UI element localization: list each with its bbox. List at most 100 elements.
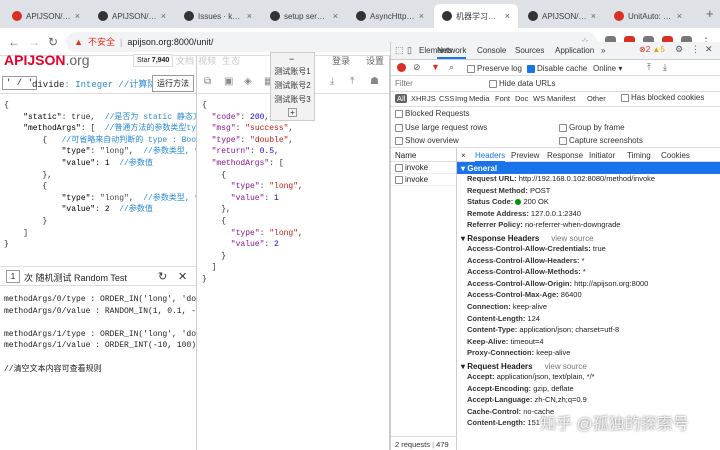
- new-tab-button[interactable]: +: [706, 6, 714, 21]
- device-icon[interactable]: ▯: [407, 45, 412, 56]
- forward-icon[interactable]: →: [28, 35, 40, 49]
- account-item[interactable]: 测试账号2: [273, 79, 312, 93]
- response-header-row: Access-Control-Allow-Credentials: true: [467, 243, 606, 253]
- tab-timing[interactable]: Timing: [627, 151, 651, 160]
- blocked-requests-checkbox[interactable]: Blocked Requests: [395, 109, 469, 118]
- tab-console[interactable]: Console: [477, 46, 506, 55]
- import-icon[interactable]: ⤒: [647, 62, 651, 73]
- close-tab-icon[interactable]: ×: [419, 11, 424, 21]
- error-count-badge[interactable]: ⊗2 ▲5: [639, 45, 665, 54]
- refresh-icon[interactable]: ↻: [158, 270, 167, 283]
- tab-initiator[interactable]: Initiator: [589, 151, 615, 160]
- filter-type-all[interactable]: All: [395, 94, 408, 103]
- filter-type-css[interactable]: CSS: [439, 94, 454, 103]
- close-tab-icon[interactable]: ×: [591, 11, 596, 21]
- layers-icon[interactable]: ◈: [244, 76, 252, 87]
- close-tab-icon[interactable]: ×: [677, 11, 682, 21]
- collapse-icon[interactable]: −: [289, 54, 294, 64]
- insecure-label: 不安全: [87, 37, 115, 47]
- preserve-log-checkbox[interactable]: Preserve log: [467, 64, 522, 73]
- close-detail-icon[interactable]: ×: [461, 151, 466, 160]
- filter-type-img[interactable]: Img: [455, 94, 468, 103]
- copy-icon[interactable]: ⧉: [204, 76, 211, 87]
- disable-cache-checkbox[interactable]: Disable cache: [527, 64, 587, 73]
- request-headers-section[interactable]: ▾ Request Headers view source: [457, 360, 720, 372]
- save-icon[interactable]: ▣: [224, 76, 233, 87]
- search-icon[interactable]: ⌕: [449, 62, 454, 73]
- throttle-select[interactable]: Online ▾: [593, 64, 622, 73]
- tab-response[interactable]: Response: [547, 151, 583, 160]
- filter-type-other[interactable]: Other: [587, 94, 606, 103]
- back-icon[interactable]: ←: [8, 35, 20, 49]
- browser-tab[interactable]: 机器学习自动化单测 ×: [434, 4, 518, 28]
- gear-icon[interactable]: ⚙: [675, 44, 683, 55]
- request-row[interactable]: invoke: [391, 174, 456, 186]
- request-header-row: Accept-Language: zh-CN,zh;q=0.9: [467, 395, 587, 405]
- hide-data-urls-checkbox[interactable]: Hide data URLs: [489, 79, 555, 88]
- general-header-row: Request Method: POST: [467, 185, 551, 195]
- tab-network[interactable]: Network: [437, 46, 467, 59]
- random-config-line: [4, 352, 196, 364]
- filter-type-xhr[interactable]: XHR: [411, 94, 427, 103]
- response-headers-section[interactable]: ▾ Response Headers view source: [457, 232, 720, 244]
- more-tabs-button[interactable]: »: [601, 46, 605, 55]
- browser-tab[interactable]: APIJSON/APIJSON ×: [520, 4, 604, 28]
- robot-icon[interactable]: ☗: [370, 76, 379, 87]
- filter-type-js[interactable]: JS: [427, 94, 436, 103]
- name-column-header[interactable]: Name: [391, 148, 456, 162]
- capture-screenshots-checkbox[interactable]: Capture screenshots: [559, 136, 643, 145]
- clear-icon[interactable]: ⊘: [413, 62, 421, 73]
- response-header-row: Access-Control-Allow-Methods: *: [467, 267, 586, 277]
- account-item[interactable]: 测试账号3: [273, 93, 312, 107]
- filter-input[interactable]: [395, 78, 485, 89]
- close-tab-icon[interactable]: ×: [75, 11, 80, 21]
- upload-icon[interactable]: ⤒: [350, 76, 354, 87]
- account-item[interactable]: 测试账号1: [273, 65, 312, 79]
- browser-tab[interactable]: AsyncHttpServer ×: [348, 4, 432, 28]
- tab-headers[interactable]: Headers: [475, 151, 506, 163]
- filter-type-doc[interactable]: Doc: [515, 94, 528, 103]
- close-tab-icon[interactable]: ×: [161, 11, 166, 21]
- browser-tab[interactable]: APIJSON/UnitAuto ×: [90, 4, 174, 28]
- site-logo[interactable]: APIJSON.org: [4, 52, 90, 68]
- large-rows-checkbox[interactable]: Use large request rows: [395, 123, 487, 132]
- kebab-menu-icon[interactable]: ⋮: [691, 44, 700, 55]
- tab-sources[interactable]: Sources: [515, 46, 544, 55]
- close-icon[interactable]: ✕: [178, 270, 187, 283]
- show-overview-checkbox[interactable]: Show overview: [395, 136, 459, 145]
- close-icon[interactable]: ✕: [705, 44, 713, 55]
- code-line: "type": "long", //参数类型, 省略: [4, 193, 196, 203]
- request-row[interactable]: invoke: [391, 162, 456, 174]
- group-by-frame-checkbox[interactable]: Group by frame: [559, 123, 625, 132]
- download-icon[interactable]: ⤓: [330, 76, 334, 87]
- filter-type-font[interactable]: Font: [495, 94, 510, 103]
- filter-type-manifest[interactable]: Manifest: [547, 94, 575, 103]
- close-tab-icon[interactable]: ×: [333, 11, 338, 21]
- blocked-cookies-checkbox[interactable]: Has blocked cookies: [621, 93, 704, 102]
- general-section-header[interactable]: ▾ General: [457, 162, 720, 174]
- browser-tab[interactable]: APIJSON/UnitAuto ×: [4, 4, 88, 28]
- browser-tab[interactable]: setup server to handle ×: [262, 4, 346, 28]
- record-icon[interactable]: [397, 63, 406, 72]
- browser-tab[interactable]: UnitAuto: 机器学习 ×: [606, 4, 690, 28]
- add-account-button[interactable]: +: [288, 108, 297, 117]
- inspect-icon[interactable]: ⬚: [395, 45, 404, 56]
- github-star-button[interactable]: Star 7,940: [133, 54, 174, 67]
- run-method-button[interactable]: 运行方法: [152, 75, 194, 92]
- reload-icon[interactable]: ↻: [48, 35, 58, 49]
- network-options: Blocked Requests Use large request rows …: [391, 106, 720, 148]
- filter-icon[interactable]: ▼: [431, 62, 440, 72]
- export-icon[interactable]: ⤓: [663, 62, 667, 73]
- filter-type-ws[interactable]: WS: [533, 94, 545, 103]
- tab-application[interactable]: Application: [555, 46, 594, 55]
- nav-docs[interactable]: 文档: [176, 54, 194, 67]
- random-count-input[interactable]: 1: [6, 270, 20, 283]
- request-json-editor[interactable]: { "static": true, //是否为 static 静态方法 "met…: [4, 100, 196, 251]
- close-tab-icon[interactable]: ×: [505, 11, 510, 21]
- random-config-editor[interactable]: methodArgs/0/type : ORDER_IN('long', 'do…: [4, 294, 196, 375]
- tab-cookies[interactable]: Cookies: [661, 151, 690, 160]
- tab-preview[interactable]: Preview: [511, 151, 539, 160]
- browser-tab[interactable]: Issues · koush/AndroidAsync ×: [176, 4, 260, 28]
- close-tab-icon[interactable]: ×: [247, 11, 252, 21]
- filter-type-media[interactable]: Media: [469, 94, 489, 103]
